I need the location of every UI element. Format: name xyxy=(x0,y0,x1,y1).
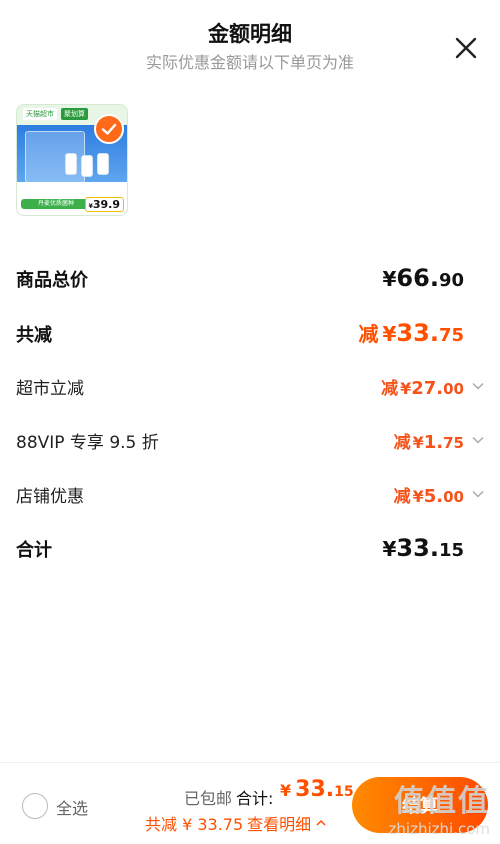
watermark-url: zhizhizhi.com xyxy=(388,820,490,838)
chevron-down-icon[interactable] xyxy=(470,432,486,448)
promo-bar: 丹麦优质菌种 xyxy=(21,199,91,209)
discount-label: 88VIP 专享 9.5 折 xyxy=(16,433,159,453)
goods-total-label: 商品总价 xyxy=(16,270,88,291)
select-all-radio[interactable] xyxy=(22,793,48,819)
discount-value: 减 ¥1. 75 xyxy=(393,432,464,453)
free-shipping-label: 已包邮 xyxy=(184,789,233,808)
view-details-label: 查看明细 xyxy=(247,815,312,834)
discount-value: 减 ¥5. 00 xyxy=(393,486,464,507)
watermark-logo: 值值值 xyxy=(394,784,490,819)
view-details-toggle[interactable]: 共减 ¥ 33.75 查看明细 xyxy=(145,811,327,835)
chevron-up-icon xyxy=(316,819,326,826)
discount-label: 店铺优惠 xyxy=(16,487,84,507)
discount-row[interactable]: 超市立减 减 ¥27. 00 xyxy=(16,374,464,399)
chevron-down-icon[interactable] xyxy=(470,378,486,394)
header: 金额明细 实际优惠金额请以下单页为准 xyxy=(0,0,500,80)
goods-total-value: ¥66. 90 xyxy=(382,264,465,292)
brand-tag-juhuasuan: 聚划算 xyxy=(61,108,88,120)
product-bottles-image xyxy=(47,143,109,183)
total-discount-value: 减 ¥33. 75 xyxy=(358,319,465,347)
discount-label: 超市立减 xyxy=(16,379,84,399)
discount-row[interactable]: 88VIP 专享 9.5 折 减 ¥1. 75 xyxy=(16,428,464,453)
discount-row[interactable]: 店铺优惠 减 ¥5. 00 xyxy=(16,482,464,507)
product-price-tag: ¥39.9 xyxy=(84,197,124,212)
close-icon xyxy=(455,37,477,59)
savings-text: 共减 ¥ 33.75 xyxy=(145,815,244,834)
goods-total-row: 商品总价 ¥66. 90 xyxy=(16,264,464,292)
grand-total-value: ¥33. 15 xyxy=(382,534,465,562)
total-label: 合计: xyxy=(236,789,274,808)
total-discount-row: 共减 减 ¥33. 75 xyxy=(16,318,464,347)
chevron-down-icon[interactable] xyxy=(470,486,486,502)
discount-value: 减 ¥27. 00 xyxy=(381,378,464,399)
close-button[interactable] xyxy=(452,34,480,62)
select-all-label[interactable]: 全选 xyxy=(56,795,88,819)
grand-total-label: 合计 xyxy=(16,540,52,561)
page-title: 金额明细 xyxy=(208,22,292,46)
total-value: ¥33. 15 xyxy=(280,777,354,802)
watermark: 值值值 zhizhizhi.com xyxy=(389,776,490,838)
grand-total-row: 合计 ¥33. 15 xyxy=(16,534,464,562)
brand-tag-tmall-supermarket: 天猫超市 xyxy=(23,108,57,120)
total-discount-label: 共减 xyxy=(16,325,52,346)
page-subtitle: 实际优惠金额请以下单页为准 xyxy=(145,53,354,72)
checkout-bar: 全选 已包邮 合计: ¥33. 15 共减 ¥ 33.75 查看明细 结算 值值值… xyxy=(0,762,500,844)
selected-check-icon[interactable] xyxy=(94,114,124,144)
